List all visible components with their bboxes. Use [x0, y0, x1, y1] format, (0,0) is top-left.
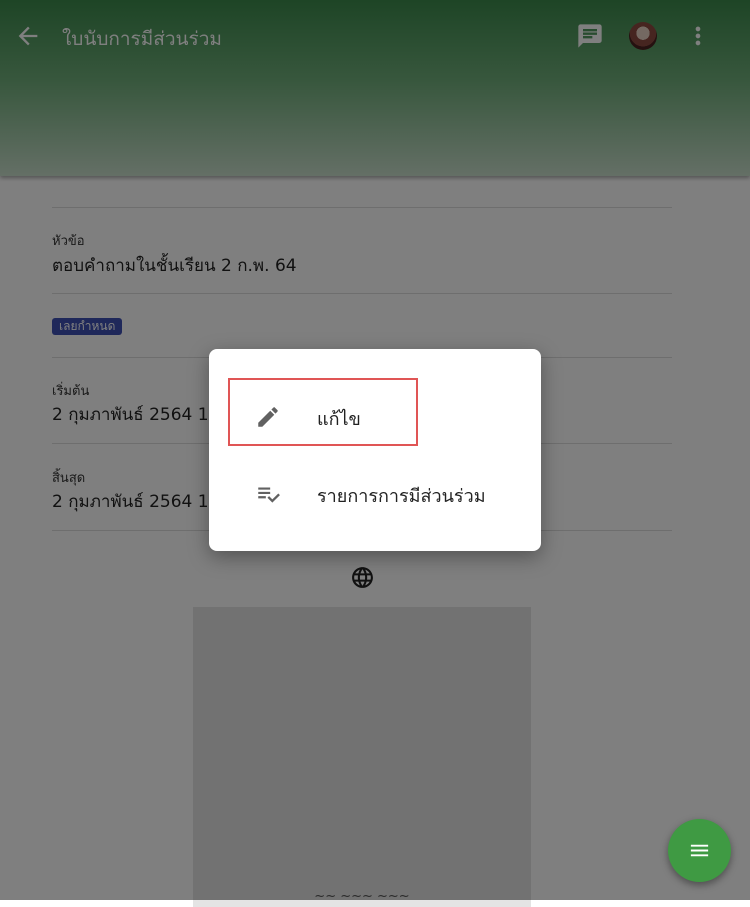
menu-icon	[690, 844, 709, 857]
pencil-icon	[255, 404, 281, 430]
menu-item-label: แก้ไข	[317, 409, 361, 430]
menu-item-participation-list[interactable]: รายการการมีส่วนร่วม	[209, 464, 541, 524]
menu-item-label: รายการการมีส่วนร่วม	[317, 486, 486, 507]
menu-fab-button[interactable]	[668, 819, 731, 882]
playlist-check-icon	[255, 481, 281, 507]
menu-item-edit[interactable]: แก้ไข	[209, 387, 541, 447]
action-menu-dialog: แก้ไข รายการการมีส่วนร่วม	[209, 349, 541, 551]
